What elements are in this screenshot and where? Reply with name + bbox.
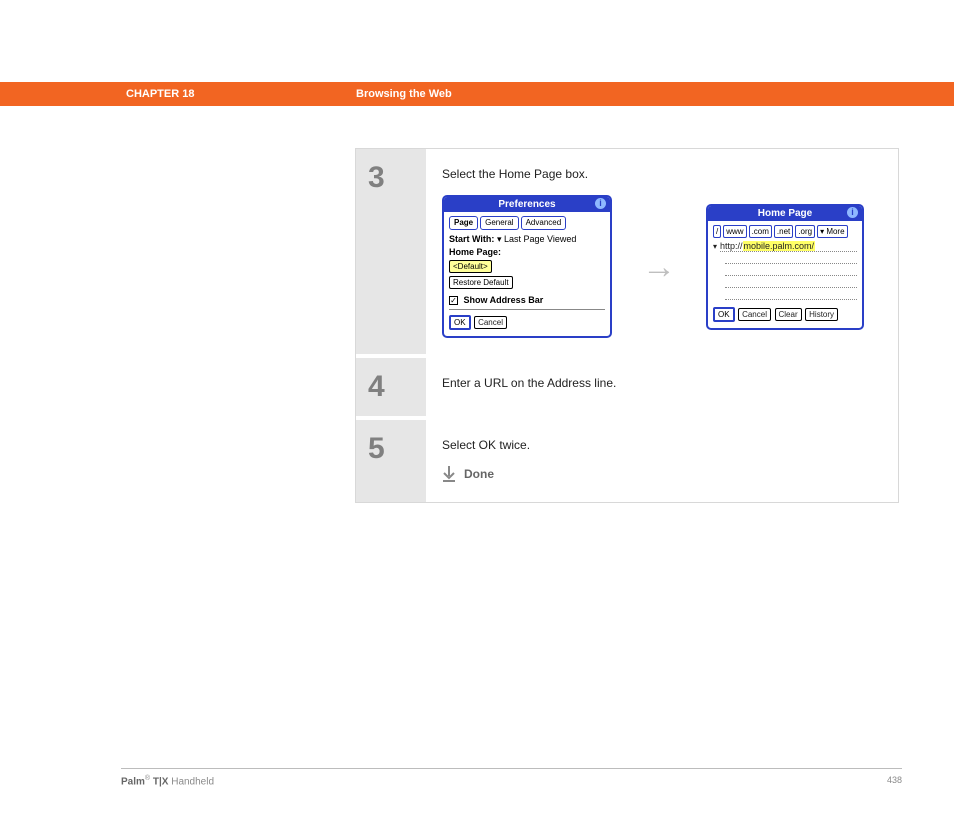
shortcut-org[interactable]: .org bbox=[795, 225, 815, 238]
checkbox-icon[interactable]: ✓ bbox=[449, 296, 458, 305]
start-with-value[interactable]: Last Page Viewed bbox=[504, 234, 576, 244]
prefs-tabs: Page General Advanced bbox=[449, 216, 605, 230]
info-icon[interactable]: i bbox=[595, 198, 606, 209]
done-arrow-icon bbox=[442, 466, 456, 482]
dotted-line bbox=[725, 254, 857, 264]
dropdown-icon[interactable]: ▾ bbox=[497, 234, 502, 245]
cancel-button[interactable]: Cancel bbox=[738, 308, 771, 321]
url-highlight: mobile.palm.com/ bbox=[743, 241, 816, 251]
brand-tail: Handheld bbox=[168, 776, 214, 787]
done-label: Done bbox=[464, 467, 494, 481]
cancel-button[interactable]: Cancel bbox=[474, 316, 507, 329]
restore-row: Restore Default bbox=[449, 275, 605, 289]
page-number: 438 bbox=[887, 775, 902, 787]
url-row: ▾ http://mobile.palm.com/ bbox=[713, 241, 857, 252]
footer-brand: Palm® T|X Handheld bbox=[121, 775, 214, 787]
show-address-row: ✓ Show Address Bar bbox=[449, 295, 605, 305]
dropdown-icon[interactable]: ▾ bbox=[713, 242, 717, 251]
info-icon[interactable]: i bbox=[847, 207, 858, 218]
homepage-window: Home Page i / www .com .net .org ▾ More bbox=[706, 204, 864, 330]
done-row: Done bbox=[442, 466, 882, 482]
tab-page[interactable]: Page bbox=[449, 216, 478, 230]
chapter-header: CHAPTER 18 Browsing the Web bbox=[0, 82, 954, 106]
step-3: 3 Select the Home Page box. Preferences … bbox=[356, 149, 898, 358]
shortcut-net[interactable]: .net bbox=[774, 225, 793, 238]
clear-button[interactable]: Clear bbox=[775, 308, 802, 321]
homepage-titlebar: Home Page i bbox=[708, 206, 862, 221]
dotted-line bbox=[725, 266, 857, 276]
ok-button[interactable]: OK bbox=[713, 307, 735, 322]
history-button[interactable]: History bbox=[805, 308, 838, 321]
prefs-titlebar: Preferences i bbox=[444, 197, 610, 212]
step-4: 4 Enter a URL on the Address line. bbox=[356, 358, 898, 420]
divider bbox=[449, 309, 605, 310]
brand-model: T|X bbox=[150, 776, 168, 787]
start-with-row: Start With: ▾ Last Page Viewed bbox=[449, 234, 605, 245]
tab-general[interactable]: General bbox=[480, 216, 518, 230]
shortcuts-row: / www .com .net .org ▾ More bbox=[713, 225, 857, 238]
start-with-label: Start With: bbox=[449, 234, 494, 244]
arrow-right-icon: → bbox=[642, 250, 676, 284]
page-footer: Palm® T|X Handheld 438 bbox=[121, 768, 902, 787]
url-input[interactable]: http://mobile.palm.com/ bbox=[720, 241, 857, 252]
homepage-title: Home Page bbox=[758, 208, 812, 219]
step-body: Select the Home Page box. Preferences i … bbox=[426, 149, 898, 358]
tab-advanced[interactable]: Advanced bbox=[521, 216, 567, 230]
restore-default-button[interactable]: Restore Default bbox=[449, 276, 513, 289]
step-5: 5 Select OK twice. Done bbox=[356, 420, 898, 502]
step-text: Enter a URL on the Address line. bbox=[442, 376, 882, 390]
prefs-body: Page General Advanced Start With: ▾ Last… bbox=[444, 212, 610, 336]
prefs-title: Preferences bbox=[498, 199, 555, 210]
brand-name: Palm bbox=[121, 776, 145, 787]
shortcut-www[interactable]: www bbox=[723, 225, 746, 238]
step-body: Select OK twice. Done bbox=[426, 420, 898, 502]
shortcut-more[interactable]: ▾ More bbox=[817, 225, 847, 238]
step-number: 4 bbox=[356, 358, 426, 420]
chapter-number: CHAPTER 18 bbox=[126, 88, 356, 100]
step-text: Select the Home Page box. bbox=[442, 167, 882, 181]
steps-container: 3 Select the Home Page box. Preferences … bbox=[355, 148, 899, 503]
shortcut-com[interactable]: .com bbox=[749, 225, 772, 238]
homepage-buttons: OK Cancel Clear History bbox=[713, 306, 857, 322]
ok-button[interactable]: OK bbox=[449, 315, 471, 330]
shortcut-slash[interactable]: / bbox=[713, 225, 721, 238]
step-number: 3 bbox=[356, 149, 426, 358]
screenshots-row: Preferences i Page General Advanced Star… bbox=[442, 195, 882, 338]
step-number: 5 bbox=[356, 420, 426, 502]
show-address-label: Show Address Bar bbox=[464, 295, 544, 305]
preferences-window: Preferences i Page General Advanced Star… bbox=[442, 195, 612, 338]
homepage-body: / www .com .net .org ▾ More ▾ http://mob… bbox=[708, 221, 862, 328]
step-text: Select OK twice. bbox=[442, 438, 882, 452]
dotted-line bbox=[725, 278, 857, 288]
step-body: Enter a URL on the Address line. bbox=[426, 358, 898, 420]
url-prefix: http:// bbox=[720, 241, 743, 251]
default-button[interactable]: <Default> bbox=[449, 260, 492, 273]
dotted-line bbox=[725, 290, 857, 300]
default-row: <Default> bbox=[449, 259, 605, 273]
chapter-title: Browsing the Web bbox=[356, 88, 452, 100]
home-page-label: Home Page: bbox=[449, 247, 605, 257]
prefs-buttons: OK Cancel bbox=[449, 314, 605, 330]
